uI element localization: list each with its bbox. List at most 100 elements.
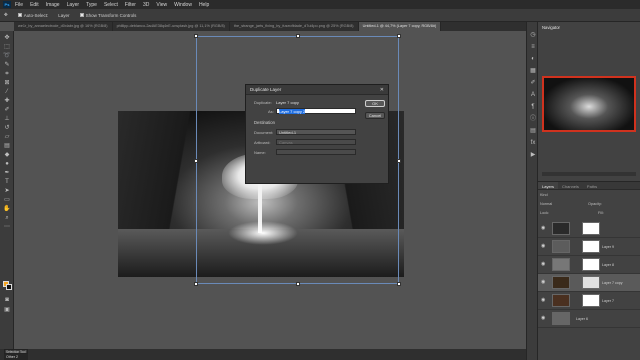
tab-channels[interactable]: Channels: [558, 182, 583, 189]
move-tool-icon[interactable]: ✥: [4, 12, 8, 18]
tab-paths[interactable]: Paths: [583, 182, 601, 189]
canvas-area[interactable]: Duplicate Layer ✕ Duplicate: Layer 7 cop…: [14, 31, 526, 349]
eyedropper-tool-icon[interactable]: ⁄: [3, 89, 11, 95]
tab-document-1[interactable]: we1r_by_annaelectrode_d0xlabr.jpg @ 16% …: [14, 22, 113, 31]
menu-image[interactable]: Image: [46, 2, 60, 8]
shape-tool-icon[interactable]: ▭: [3, 197, 11, 203]
history-icon[interactable]: ◷: [530, 32, 536, 38]
layer-row[interactable]: ◉ Layer 9: [538, 238, 640, 256]
lasso-tool-icon[interactable]: ➰: [3, 53, 11, 59]
layer-filter-kind[interactable]: Kind: [540, 193, 548, 197]
tab-document-2[interactable]: phillipp-deblanco-2adAE38q4nE-unsplash.j…: [113, 22, 230, 31]
layer-row[interactable]: ◉: [538, 220, 640, 238]
actions-icon[interactable]: ▶: [530, 152, 536, 158]
styles-icon[interactable]: fx: [530, 140, 536, 146]
visibility-eye-icon[interactable]: ◉: [541, 244, 546, 249]
cancel-button[interactable]: Cancel: [365, 112, 385, 119]
menu-view[interactable]: View: [156, 2, 167, 8]
options-bar: ✥ Auto-Select: Layer Show Transform Cont…: [0, 9, 640, 22]
quick-select-tool-icon[interactable]: ✎: [3, 62, 11, 68]
layer-mask-thumbnail[interactable]: [582, 240, 600, 253]
transform-handle-right[interactable]: [397, 159, 401, 163]
status-document-chip[interactable]: Other 2: [4, 354, 28, 360]
tab-document-3[interactable]: the_strange_jarts_fixing_by_fuseofblade_…: [230, 22, 359, 31]
transform-handle-top-right[interactable]: [397, 34, 401, 38]
transform-handle-bottom-right[interactable]: [397, 282, 401, 286]
tab-document-active[interactable]: Untitled-1 @ 44,7% (Layer 7 copy, RGB/8#…: [358, 22, 442, 31]
clone-stamp-tool-icon[interactable]: ⊥: [3, 116, 11, 122]
artboard-select[interactable]: Canvas: [276, 139, 356, 145]
marquee-tool-icon[interactable]: ⬚: [3, 44, 11, 50]
info-icon[interactable]: ⓘ: [530, 116, 536, 122]
name-input[interactable]: [276, 149, 356, 155]
history-brush-tool-icon[interactable]: ↺: [3, 125, 11, 131]
transform-handle-left[interactable]: [194, 159, 198, 163]
paragraph-icon[interactable]: ¶: [530, 104, 536, 110]
path-selection-tool-icon[interactable]: ➤: [3, 188, 11, 194]
move-tool-icon[interactable]: ✥: [3, 35, 11, 41]
show-transform-checkbox[interactable]: [79, 13, 84, 17]
menu-filter[interactable]: Filter: [125, 2, 136, 8]
menu-edit[interactable]: Edit: [30, 2, 39, 8]
libraries-icon[interactable]: ▤: [530, 128, 536, 134]
auto-select-dropdown[interactable]: Layer: [58, 13, 69, 18]
menu-help[interactable]: Help: [199, 2, 209, 8]
quick-mask-icon[interactable]: ◙: [3, 297, 11, 303]
navigator-thumbnail[interactable]: [542, 76, 636, 132]
menu-file[interactable]: File: [15, 2, 23, 8]
navigator-tab[interactable]: Navigator: [538, 22, 640, 33]
visibility-eye-icon[interactable]: ◉: [541, 298, 546, 303]
menu-3d[interactable]: 3D: [143, 2, 149, 8]
tab-layers[interactable]: Layers: [538, 182, 559, 189]
show-transform-option[interactable]: Show Transform Controls: [79, 13, 136, 18]
layer-row[interactable]: ◉ Layer 7: [538, 292, 640, 310]
crop-tool-icon[interactable]: ⌗: [3, 71, 11, 77]
dodge-tool-icon[interactable]: ●: [3, 161, 11, 167]
transform-handle-bottom-left[interactable]: [194, 282, 198, 286]
menu-select[interactable]: Select: [104, 2, 118, 8]
layer-mask-thumbnail[interactable]: [582, 222, 600, 235]
healing-brush-tool-icon[interactable]: ✚: [3, 98, 11, 104]
menu-type[interactable]: Type: [86, 2, 97, 8]
as-name-input[interactable]: Layer 7 copy 2: [276, 108, 356, 114]
layer-row-selected[interactable]: ◉ Layer 7 copy: [538, 274, 640, 292]
blend-mode-select[interactable]: Normal: [540, 202, 552, 206]
document-select[interactable]: Untitled-1: [276, 129, 356, 135]
layer-mask-thumbnail[interactable]: [582, 276, 600, 289]
close-icon[interactable]: ✕: [380, 87, 384, 93]
auto-select-checkbox[interactable]: [17, 13, 22, 17]
frame-tool-icon[interactable]: ⊠: [3, 80, 11, 86]
type-tool-icon[interactable]: T: [3, 179, 11, 185]
transform-handle-top-left[interactable]: [194, 34, 198, 38]
auto-select-option[interactable]: Auto-Select:: [17, 13, 48, 18]
brush-settings-icon[interactable]: ✐: [530, 80, 536, 86]
screen-mode-icon[interactable]: ▣: [3, 307, 11, 313]
adjustments-icon[interactable]: ◐: [530, 56, 536, 62]
more-tools-icon[interactable]: ⋯: [3, 224, 11, 230]
pen-tool-icon[interactable]: ✒: [3, 170, 11, 176]
gradient-tool-icon[interactable]: ▤: [3, 143, 11, 149]
character-icon[interactable]: A: [530, 92, 536, 98]
properties-icon[interactable]: ≡: [530, 44, 536, 50]
visibility-eye-icon[interactable]: ◉: [541, 262, 546, 267]
visibility-eye-icon[interactable]: ◉: [541, 316, 546, 321]
transform-handle-bottom[interactable]: [296, 282, 300, 286]
eraser-tool-icon[interactable]: ▱: [3, 134, 11, 140]
visibility-eye-icon[interactable]: ◉: [541, 280, 546, 285]
brush-tool-icon[interactable]: ✐: [3, 107, 11, 113]
blur-tool-icon[interactable]: ◆: [3, 152, 11, 158]
visibility-eye-icon[interactable]: ◉: [541, 226, 546, 231]
layer-mask-thumbnail[interactable]: [582, 294, 600, 307]
ok-button[interactable]: OK: [365, 100, 385, 107]
navigator-zoom-slider[interactable]: [542, 172, 636, 176]
swatches-icon[interactable]: ▦: [530, 68, 536, 74]
background-color-swatch[interactable]: [6, 284, 12, 290]
layer-row[interactable]: ◉ Layer 6: [538, 310, 640, 328]
hand-tool-icon[interactable]: ✋: [3, 206, 11, 212]
menu-window[interactable]: Window: [174, 2, 192, 8]
transform-handle-top[interactable]: [296, 34, 300, 38]
layer-row[interactable]: ◉ Layer 8: [538, 256, 640, 274]
menu-layer[interactable]: Layer: [67, 2, 80, 8]
zoom-tool-icon[interactable]: ⌕: [3, 215, 11, 221]
layer-mask-thumbnail[interactable]: [582, 258, 600, 271]
